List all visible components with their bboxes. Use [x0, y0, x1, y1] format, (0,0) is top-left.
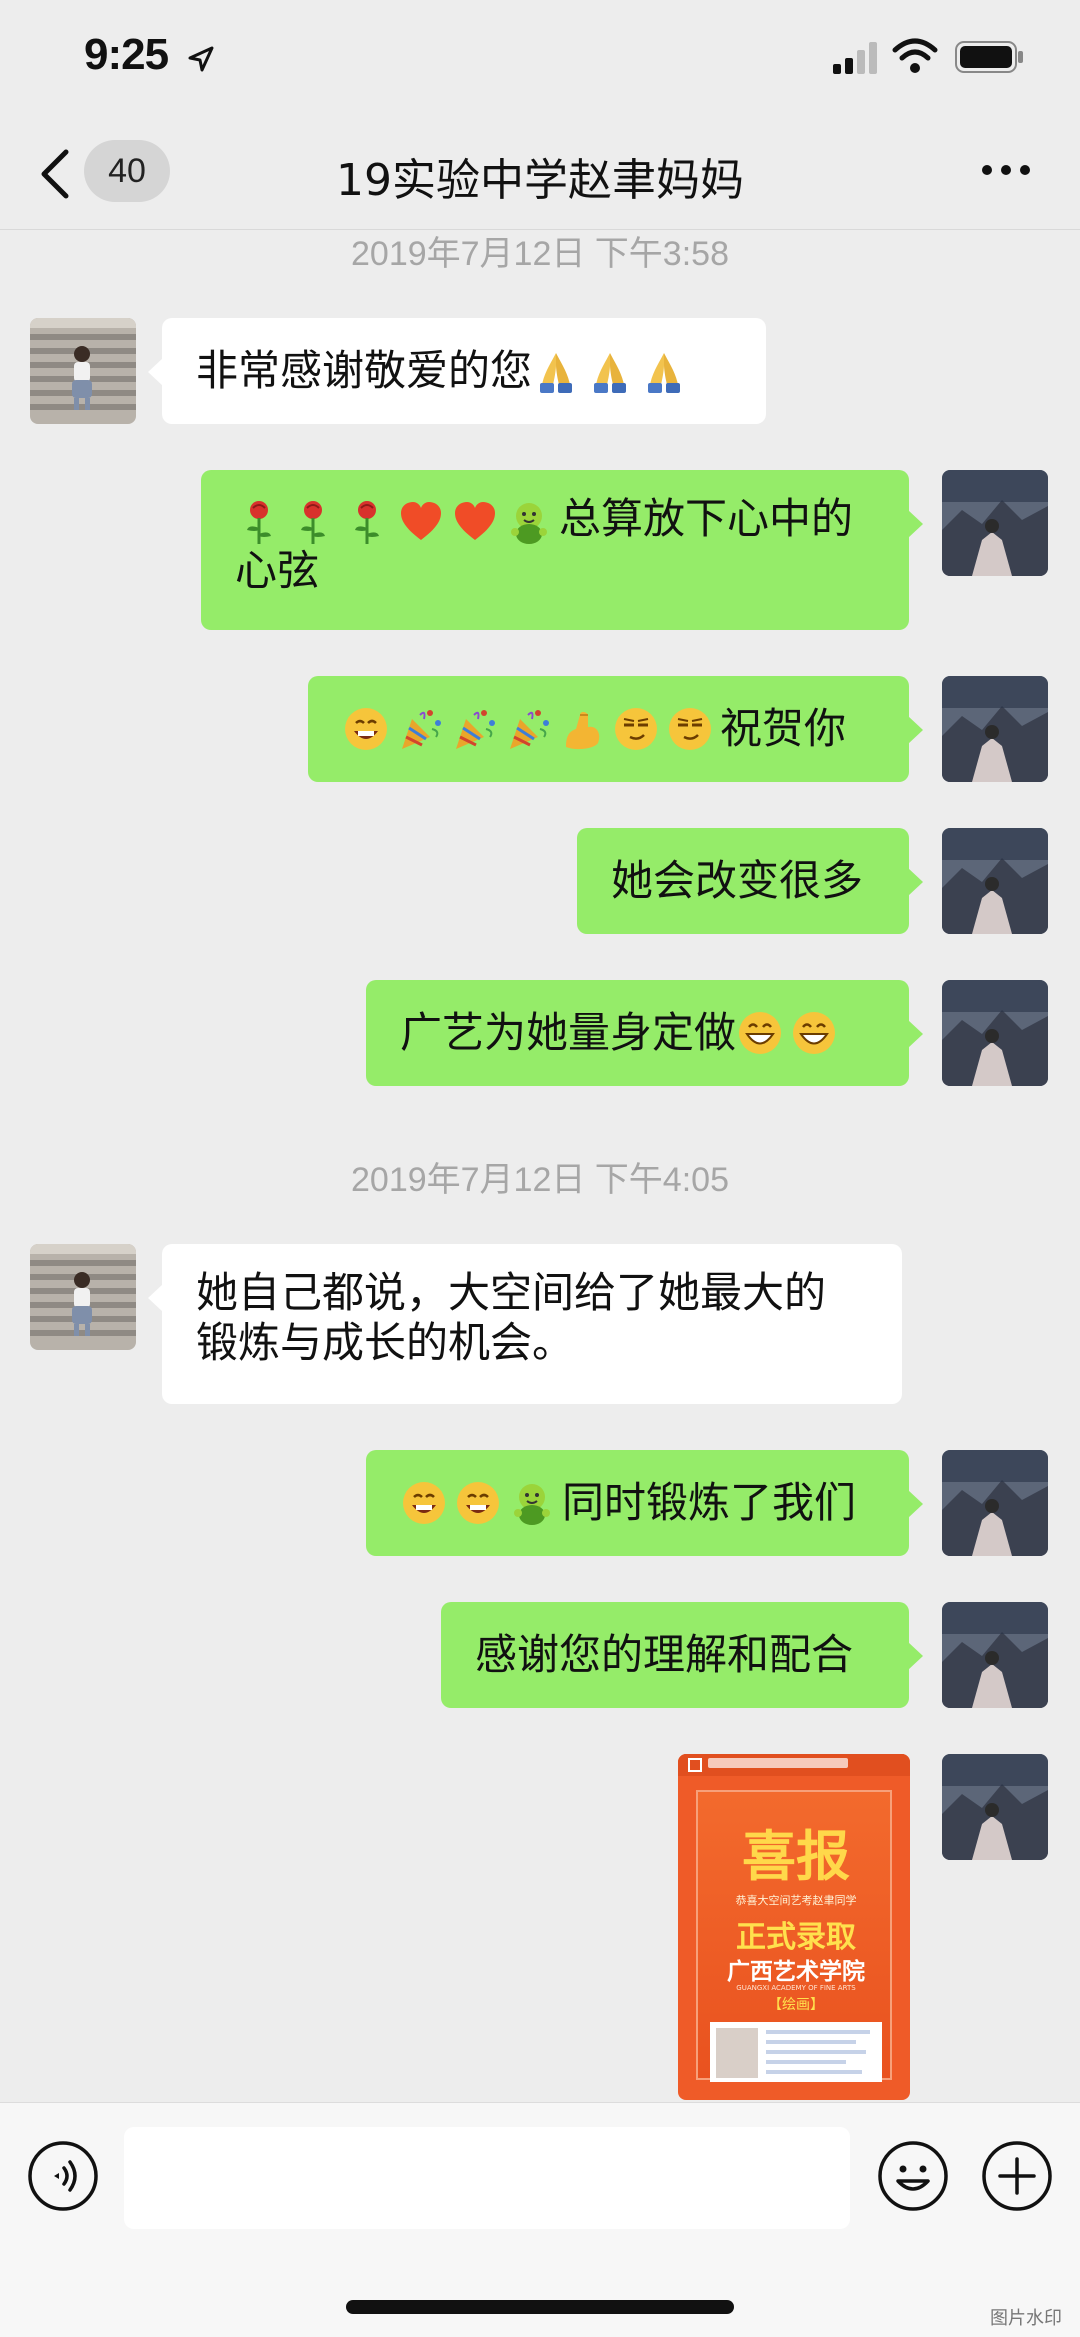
message-text: 同时锻炼了我们 [562, 1478, 857, 1527]
poster-headline: 喜报 [742, 1824, 850, 1888]
image-message[interactable]: 喜报 恭喜大空间艺考赵聿同学 正式录取 广西艺术学院 GUANGXI ACADE… [678, 1754, 910, 2100]
grin-emoji-icon [400, 1479, 448, 1527]
pray-emoji-icon [532, 347, 580, 395]
sly-emoji-icon [612, 705, 660, 753]
voice-icon [28, 2141, 98, 2211]
message-bubble-outgoing[interactable]: 同时锻炼了我们 [366, 1450, 923, 1556]
poster-card-line [766, 2030, 870, 2034]
poster-card-line [766, 2070, 862, 2074]
bean-emoji-icon [508, 1479, 556, 1527]
location-arrow-icon [188, 46, 214, 72]
own-avatar[interactable] [942, 676, 1048, 782]
emoji-button[interactable] [876, 2139, 950, 2213]
own-avatar[interactable] [942, 470, 1048, 576]
rose-emoji-icon [289, 498, 337, 546]
home-indicator[interactable] [346, 2300, 734, 2314]
message-bubble-outgoing[interactable]: 感谢您的理解和配合 [441, 1602, 923, 1708]
rose-emoji-icon [343, 498, 391, 546]
message-bubble-incoming[interactable]: 非常感谢敬爱的您 [148, 318, 766, 424]
school-logo-icon [688, 1758, 702, 1772]
message-text: 她会改变很多 [611, 856, 864, 905]
message-bubble-incoming[interactable]: 她自己都说，大空间给了她最大的 锻炼与成长的机会。 [148, 1244, 902, 1404]
message-text-line2: 心弦 [235, 545, 320, 595]
message-text-line2: 锻炼与成长的机会。 [196, 1318, 575, 1367]
more-functions-button[interactable] [980, 2139, 1054, 2213]
grin-emoji-icon [342, 705, 390, 753]
poster-card-line [766, 2050, 866, 2054]
message-text: 祝贺你 [720, 704, 847, 753]
status-bar: 9:25 [0, 0, 1080, 120]
plus-icon [982, 2141, 1052, 2211]
heart-emoji-icon [397, 498, 445, 546]
party-popper-emoji-icon [396, 705, 444, 753]
chevron-left-icon[interactable] [38, 148, 72, 200]
chat-title: 19实验中学赵聿妈妈 [336, 155, 744, 206]
poster-major: 【绘画】 [768, 1997, 824, 2013]
message-bubble-outgoing[interactable]: 祝贺你 [308, 676, 923, 782]
message-bubble-outgoing[interactable]: 广艺为她量身定做 [366, 980, 923, 1086]
poster-header-text [708, 1758, 848, 1768]
message-bubble-outgoing[interactable]: 她会改变很多 [577, 828, 923, 934]
own-avatar[interactable] [942, 1450, 1048, 1556]
poster-admission: 正式录取 [736, 1920, 856, 1955]
poster-school-en: GUANGXI ACADEMY OF FINE ARTS [736, 1984, 856, 1992]
unread-count-badge[interactable]: 40 [84, 140, 170, 202]
party-popper-emoji-icon [504, 705, 552, 753]
poster-header-strip [678, 1754, 910, 1776]
battery-icon [955, 41, 1023, 73]
contact-avatar[interactable] [30, 1244, 136, 1350]
contact-avatar[interactable] [30, 318, 136, 424]
status-time: 9:25 [84, 30, 169, 79]
message-text-line1: 总算放下心中的 [559, 494, 854, 543]
wifi-icon [892, 38, 938, 73]
laugh-emoji-icon [736, 1009, 784, 1057]
heart-emoji-icon [451, 498, 499, 546]
poster-card-line [766, 2040, 856, 2044]
pray-emoji-icon [586, 347, 634, 395]
message-text: 广艺为她量身定做 [400, 1008, 737, 1057]
student-photo [716, 2028, 758, 2078]
grin-emoji-icon [454, 1479, 502, 1527]
party-popper-emoji-icon [450, 705, 498, 753]
message-input[interactable] [124, 2127, 850, 2229]
timestamp: 2019年7月12日 下午3:58 [351, 235, 729, 273]
message-text: 感谢您的理解和配合 [475, 1630, 854, 1679]
own-avatar[interactable] [942, 1602, 1048, 1708]
message-text-line1: 她自己都说，大空间给了她最大的 [196, 1268, 827, 1317]
voice-button[interactable] [26, 2139, 100, 2213]
laugh-emoji-icon [790, 1009, 838, 1057]
muscle-emoji-icon [558, 705, 606, 753]
bean-emoji-icon [505, 498, 553, 546]
chat-header: 40 19实验中学赵聿妈妈 [0, 120, 1080, 230]
message-bubble-outgoing[interactable]: 总算放下心中的 心弦 [201, 470, 923, 630]
own-avatar[interactable] [942, 980, 1048, 1086]
poster-frame: 喜报 恭喜大空间艺考赵聿同学 正式录取 广西艺术学院 GUANGXI ACADE… [696, 1790, 892, 2082]
sly-emoji-icon [666, 705, 714, 753]
rose-emoji-icon [235, 498, 283, 546]
own-avatar[interactable] [942, 1754, 1048, 1860]
watermark: 图片水印 [990, 2308, 1062, 2329]
poster-school: 广西艺术学院 [727, 1958, 865, 1985]
own-avatar[interactable] [942, 828, 1048, 934]
poster-subtitle: 恭喜大空间艺考赵聿同学 [735, 1894, 857, 1907]
timestamp: 2019年7月12日 下午4:05 [351, 1161, 729, 1199]
poster-student-card [710, 2022, 882, 2082]
pray-emoji-icon [640, 347, 688, 395]
smiley-icon [878, 2141, 948, 2211]
ellipsis-icon[interactable] [980, 160, 1032, 180]
message-text: 非常感谢敬爱的您 [196, 346, 533, 395]
cellular-signal-icon [833, 42, 877, 74]
poster-card-line [766, 2060, 846, 2064]
